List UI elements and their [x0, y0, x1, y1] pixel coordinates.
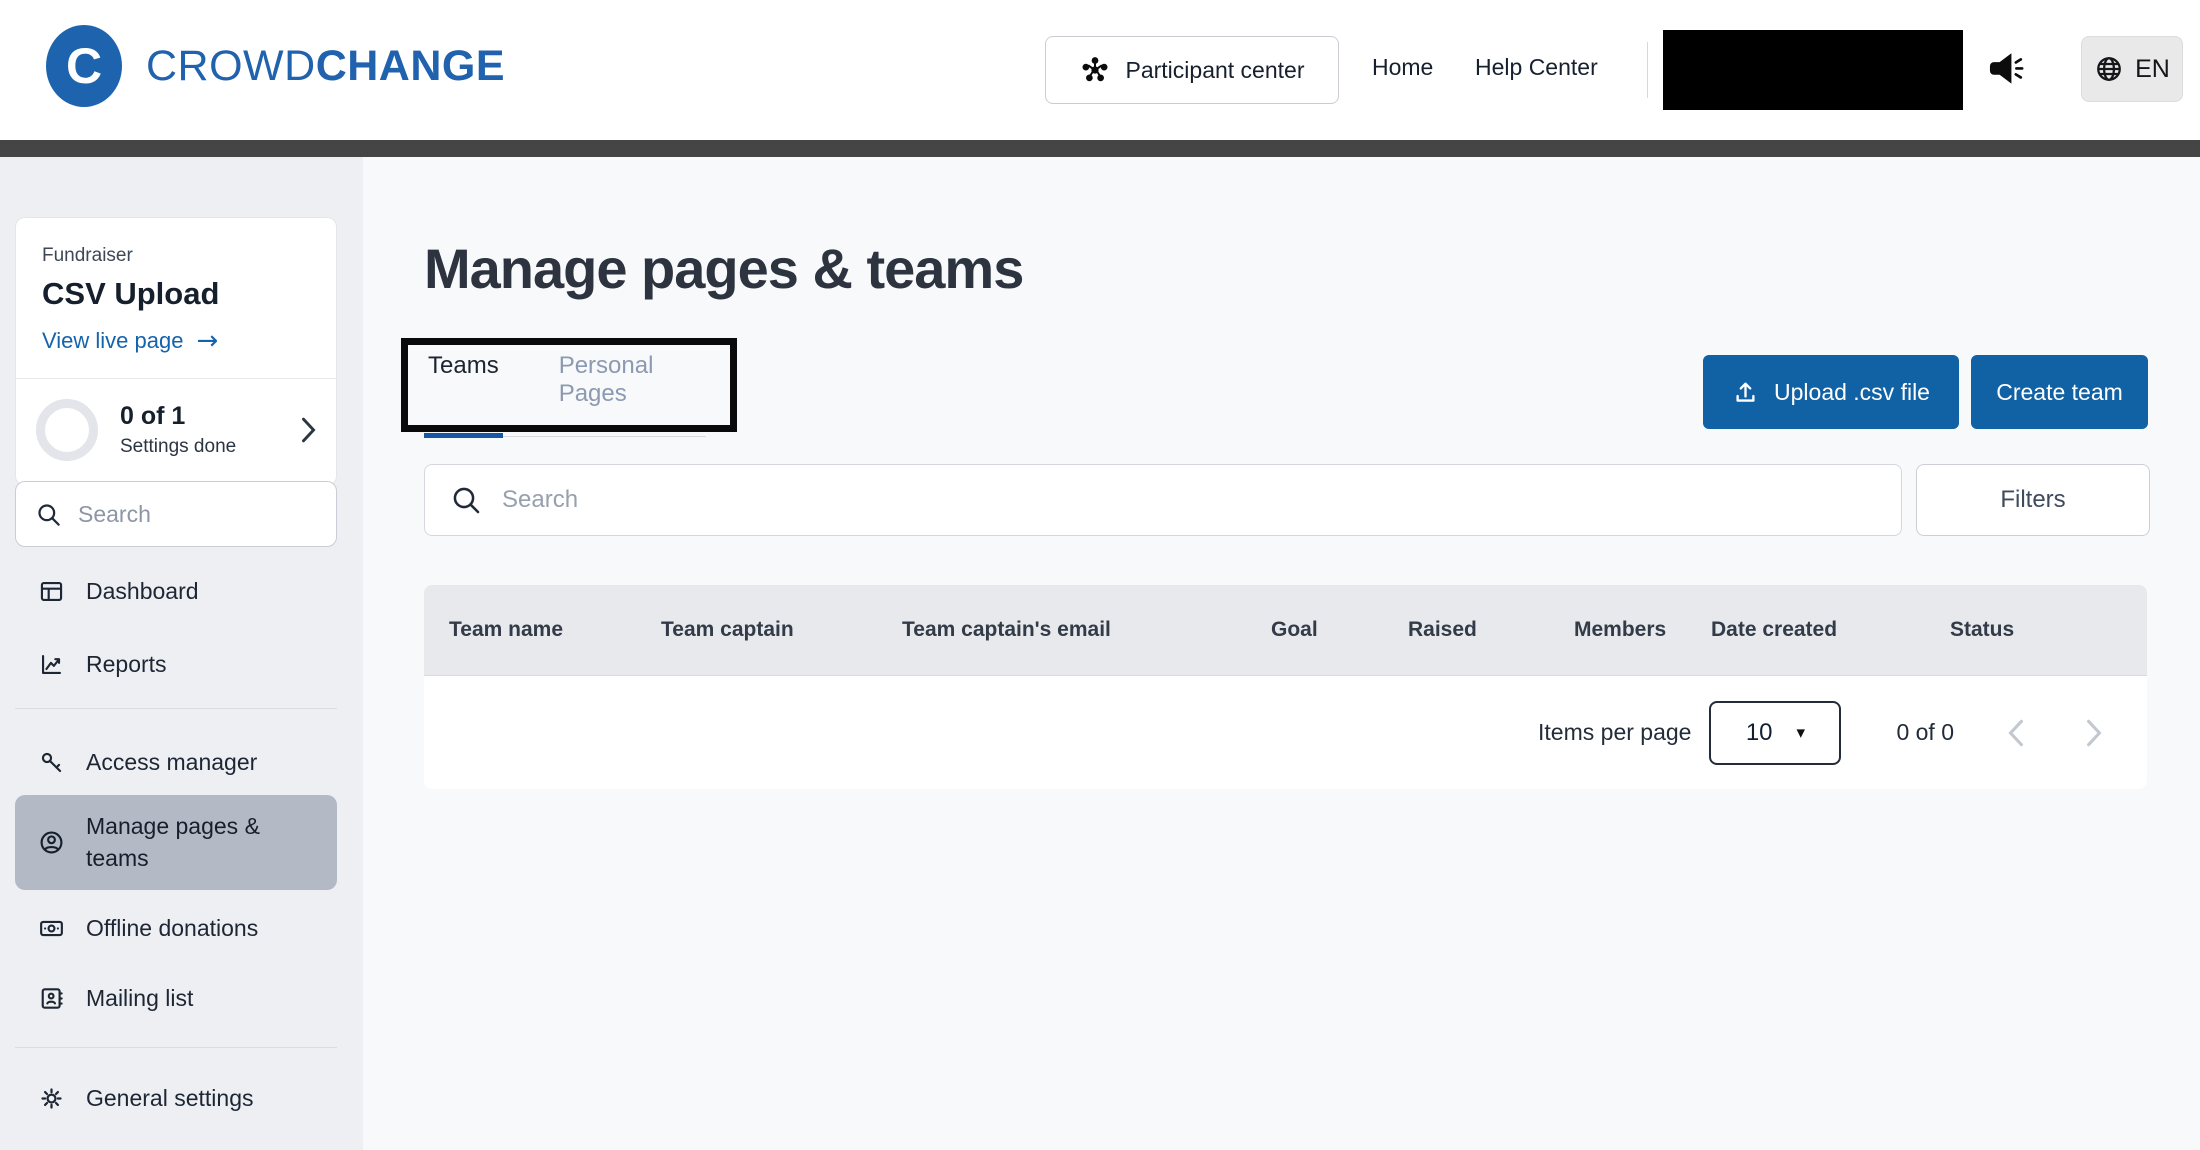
fundraiser-eyebrow: Fundraiser	[42, 245, 310, 267]
reports-chart-icon	[38, 651, 65, 678]
sidebar-item-access-manager[interactable]: Access manager	[15, 738, 337, 786]
chevron-right-icon	[301, 417, 316, 443]
manage-pages-teams-page: C CROWDCHANGE Participant center Home He…	[0, 0, 2200, 1150]
sidebar-search-placeholder: Search	[78, 501, 151, 528]
crowdchange-logo-icon: C	[46, 25, 122, 107]
progress-caption: Settings done	[120, 436, 236, 458]
redacted-account-area[interactable]	[1663, 30, 1963, 110]
fundraiser-card: Fundraiser CSV Upload View live page → 0…	[15, 217, 337, 486]
page-title: Manage pages & teams	[424, 236, 1023, 301]
header-divider	[1647, 42, 1648, 98]
sidebar-item-mailing-list[interactable]: Mailing list	[15, 974, 337, 1022]
sidebar-item-label: Offline donations	[86, 915, 258, 942]
announcements-button[interactable]	[1984, 46, 2030, 92]
upload-csv-label: Upload .csv file	[1774, 379, 1930, 406]
tab-row: Teams Personal Pages	[424, 352, 706, 437]
table-pagination-row: Items per page 10 ▾ 0 of 0	[424, 676, 2147, 789]
search-icon	[450, 484, 482, 516]
previous-page-button[interactable]	[2008, 719, 2024, 747]
caret-down-icon: ▾	[1797, 723, 1806, 743]
search-icon	[35, 501, 62, 528]
teams-table: Team name Team captain Team captain's em…	[424, 585, 2147, 789]
filters-label: Filters	[2000, 486, 2065, 514]
key-icon	[38, 749, 65, 776]
tab-personal-pages[interactable]: Personal Pages	[555, 352, 706, 436]
column-team-captain: Team captain	[661, 618, 902, 642]
sidebar-divider	[15, 1047, 337, 1048]
sidebar-item-reports[interactable]: Reports	[15, 640, 337, 688]
brand-word-crowd: CROWD	[146, 42, 316, 90]
gear-icon	[38, 1085, 65, 1112]
chevron-left-icon	[2008, 719, 2024, 747]
brand-wordmark: CROWDCHANGE	[146, 42, 505, 91]
pagination-range: 0 of 0	[1896, 719, 1954, 746]
teams-search-input[interactable]: Search	[424, 464, 1902, 536]
brand-word-change: CHANGE	[316, 42, 505, 90]
participant-center-label: Participant center	[1126, 57, 1305, 84]
crowdchange-logo[interactable]: C CROWDCHANGE	[46, 25, 505, 107]
chevron-right-icon	[2086, 719, 2102, 747]
column-raised: Raised	[1408, 618, 1574, 642]
sidebar-item-offline-donations[interactable]: Offline donations	[15, 904, 337, 952]
fundraiser-title: CSV Upload	[42, 276, 310, 312]
page-size-select[interactable]: 10 ▾	[1709, 701, 1841, 765]
sidebar-item-label: General settings	[86, 1085, 253, 1112]
view-live-page-link[interactable]: View live page →	[42, 328, 310, 354]
accent-topbar	[0, 140, 2200, 157]
banknote-icon	[38, 915, 65, 942]
arrow-right-icon: →	[196, 328, 218, 354]
filters-button[interactable]: Filters	[1916, 464, 2150, 536]
progress-count: 0 of 1	[120, 402, 236, 431]
address-book-icon	[38, 985, 65, 1012]
megaphone-icon	[1984, 46, 2030, 92]
sidebar-item-label: Manage pages & teams	[86, 811, 291, 874]
sidebar-item-label: Mailing list	[86, 985, 193, 1012]
tab-teams[interactable]: Teams	[424, 352, 503, 436]
sidebar-item-label: Access manager	[86, 749, 257, 776]
column-status: Status	[1950, 618, 2147, 642]
user-circle-icon	[38, 829, 65, 856]
nav-home-link[interactable]: Home	[1372, 54, 1433, 81]
create-team-label: Create team	[1996, 379, 2123, 406]
language-code: EN	[2135, 55, 2170, 84]
globe-icon	[2094, 54, 2124, 84]
nav-help-center-link[interactable]: Help Center	[1475, 54, 1598, 81]
sidebar-item-dashboard[interactable]: Dashboard	[15, 567, 337, 615]
items-per-page-label: Items per page	[1538, 719, 1691, 746]
page-size-value: 10	[1746, 719, 1773, 747]
next-page-button[interactable]	[2086, 719, 2102, 747]
column-team-name: Team name	[449, 618, 661, 642]
view-live-page-label: View live page	[42, 328, 183, 354]
column-members: Members	[1574, 618, 1711, 642]
sidebar: Fundraiser CSV Upload View live page → 0…	[0, 157, 363, 1150]
participant-center-button[interactable]: Participant center	[1045, 36, 1339, 104]
sidebar-item-manage-pages-teams[interactable]: Manage pages & teams	[15, 795, 337, 890]
table-header-row: Team name Team captain Team captain's em…	[424, 585, 2147, 676]
column-goal: Goal	[1271, 618, 1408, 642]
fundraiser-card-top: Fundraiser CSV Upload View live page →	[16, 218, 336, 378]
progress-texts: 0 of 1 Settings done	[120, 402, 236, 458]
dashboard-icon	[38, 578, 65, 605]
upload-csv-button[interactable]: Upload .csv file	[1703, 355, 1959, 429]
sidebar-divider	[15, 708, 337, 709]
network-hub-icon	[1080, 55, 1110, 85]
tabs: Teams Personal Pages	[424, 352, 706, 437]
column-team-captain-email: Team captain's email	[902, 618, 1271, 642]
sidebar-search-input[interactable]: Search	[15, 481, 337, 547]
language-selector[interactable]: EN	[2081, 36, 2183, 102]
column-date-created: Date created	[1711, 618, 1950, 642]
top-header: C CROWDCHANGE Participant center Home He…	[0, 0, 2200, 140]
create-team-button[interactable]: Create team	[1971, 355, 2148, 429]
upload-icon	[1732, 379, 1759, 406]
logo-initial: C	[66, 37, 102, 95]
sidebar-item-general-settings[interactable]: General settings	[15, 1074, 337, 1122]
sidebar-item-label: Dashboard	[86, 578, 199, 605]
progress-ring-icon	[36, 399, 98, 461]
sidebar-item-label: Reports	[86, 651, 167, 678]
teams-search-placeholder: Search	[502, 486, 578, 514]
settings-progress-row[interactable]: 0 of 1 Settings done	[16, 379, 336, 485]
